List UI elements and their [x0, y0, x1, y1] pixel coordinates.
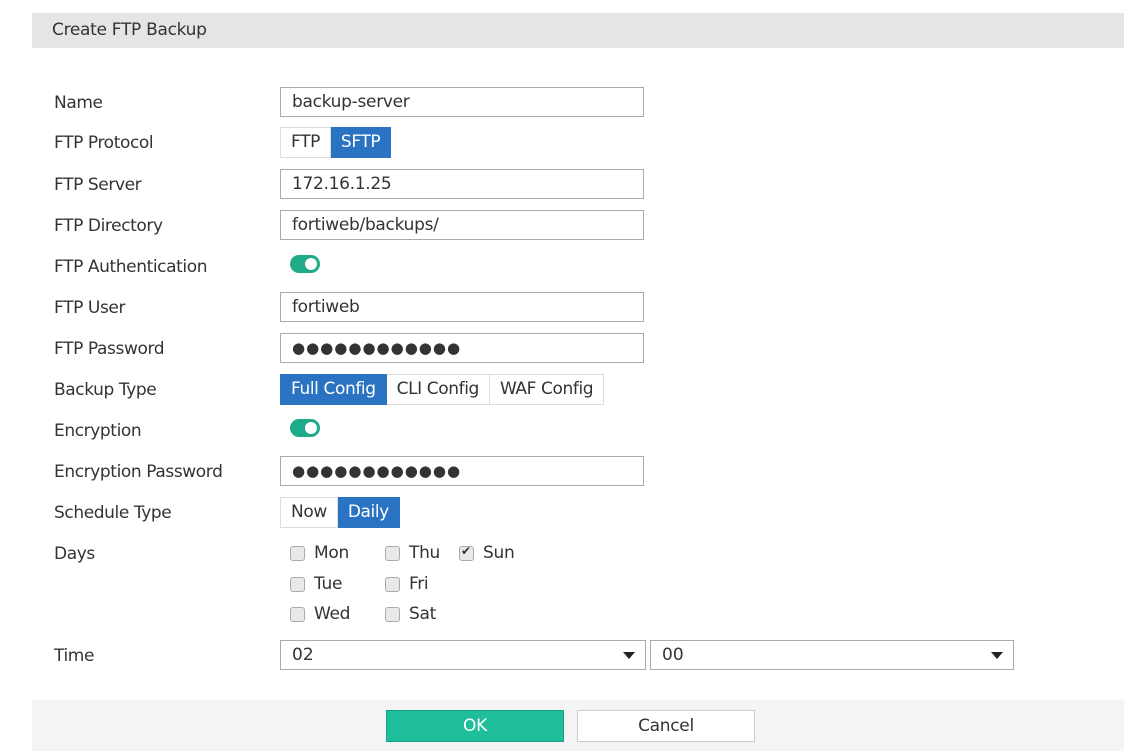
chevron-down-icon	[991, 652, 1003, 659]
day-sat-checkbox[interactable]	[385, 606, 400, 622]
dialog-footer: OK Cancel	[32, 700, 1124, 751]
encryption-row: Encryption	[0, 415, 1148, 447]
encryption-password-input[interactable]: ●●●●●●●●●●●●	[280, 456, 644, 486]
days-label: Days	[54, 544, 95, 564]
day-sun-label: Sun	[483, 543, 515, 563]
server-input[interactable]	[280, 169, 644, 199]
directory-label: FTP Directory	[54, 216, 163, 236]
time-minute-select[interactable]: 00	[650, 640, 1014, 670]
schedule-type-option-daily[interactable]: Daily	[337, 497, 400, 528]
day-tue[interactable]: Tue	[290, 572, 342, 596]
time-hour-value: 02	[292, 645, 314, 665]
dialog-title: Create FTP Backup	[52, 20, 207, 40]
day-fri[interactable]: Fri	[385, 572, 429, 596]
day-wed-checkbox[interactable]	[290, 606, 305, 622]
day-wed-label: Wed	[314, 604, 351, 624]
protocol-segmented-control: FTP SFTP	[280, 127, 392, 158]
protocol-option-ftp[interactable]: FTP	[280, 127, 331, 158]
ok-button[interactable]: OK	[386, 710, 564, 742]
day-thu-label: Thu	[409, 543, 441, 563]
directory-input[interactable]	[280, 210, 644, 240]
password-input[interactable]: ●●●●●●●●●●●●	[280, 333, 644, 363]
day-thu[interactable]: Thu	[385, 541, 440, 565]
day-fri-checkbox[interactable]	[385, 576, 400, 592]
encryption-password-row: Encryption Password ●●●●●●●●●●●●	[0, 456, 1148, 488]
backup-type-segmented-control: Full Config CLI Config WAF Config	[280, 374, 605, 405]
authentication-row: FTP Authentication	[0, 251, 1148, 283]
schedule-type-option-now[interactable]: Now	[280, 497, 338, 528]
encryption-label: Encryption	[54, 421, 142, 441]
cancel-button[interactable]: Cancel	[577, 710, 755, 742]
day-tue-label: Tue	[314, 574, 343, 594]
password-row: FTP Password ●●●●●●●●●●●●	[0, 333, 1148, 365]
day-fri-label: Fri	[409, 574, 429, 594]
schedule-type-row: Schedule Type Now Daily	[0, 497, 1148, 529]
time-hour-select[interactable]: 02	[280, 640, 646, 670]
encryption-toggle[interactable]	[290, 419, 320, 437]
day-mon[interactable]: Mon	[290, 541, 349, 565]
schedule-type-segmented-control: Now Daily	[280, 497, 400, 528]
time-row: Time 02 00	[0, 640, 1148, 672]
backup-type-label: Backup Type	[54, 380, 157, 400]
backup-type-option-cli-config[interactable]: CLI Config	[386, 374, 490, 405]
day-thu-checkbox[interactable]	[385, 545, 400, 561]
day-mon-checkbox[interactable]	[290, 545, 305, 561]
dialog-header: Create FTP Backup	[32, 13, 1124, 48]
encryption-password-label: Encryption Password	[54, 462, 223, 482]
directory-row: FTP Directory	[0, 210, 1148, 242]
authentication-label: FTP Authentication	[54, 257, 208, 277]
name-label: Name	[54, 93, 103, 113]
password-label: FTP Password	[54, 339, 165, 359]
server-label: FTP Server	[54, 175, 142, 195]
backup-type-option-waf-config[interactable]: WAF Config	[489, 374, 605, 405]
day-sat[interactable]: Sat	[385, 602, 436, 626]
schedule-type-label: Schedule Type	[54, 503, 172, 523]
day-wed[interactable]: Wed	[290, 602, 350, 626]
time-label: Time	[54, 646, 95, 666]
days-row: Days Mon Tue Wed Thu Fri Sat Sun	[0, 538, 1148, 628]
name-input[interactable]	[280, 87, 644, 117]
day-sat-label: Sat	[409, 604, 436, 624]
user-input[interactable]	[280, 292, 644, 322]
user-row: FTP User	[0, 292, 1148, 324]
day-tue-checkbox[interactable]	[290, 576, 305, 592]
backup-type-option-full-config[interactable]: Full Config	[280, 374, 387, 405]
name-row: Name	[0, 87, 1148, 119]
chevron-down-icon	[623, 652, 635, 659]
day-sun[interactable]: Sun	[459, 541, 515, 565]
time-minute-value: 00	[662, 645, 684, 665]
user-label: FTP User	[54, 298, 126, 318]
protocol-label: FTP Protocol	[54, 133, 154, 153]
protocol-option-sftp[interactable]: SFTP	[330, 127, 392, 158]
protocol-row: FTP Protocol FTP SFTP	[0, 127, 1148, 159]
backup-type-row: Backup Type Full Config CLI Config WAF C…	[0, 374, 1148, 406]
day-mon-label: Mon	[314, 543, 349, 563]
server-row: FTP Server	[0, 169, 1148, 201]
day-sun-checkbox[interactable]	[459, 544, 474, 561]
authentication-toggle[interactable]	[290, 255, 320, 273]
